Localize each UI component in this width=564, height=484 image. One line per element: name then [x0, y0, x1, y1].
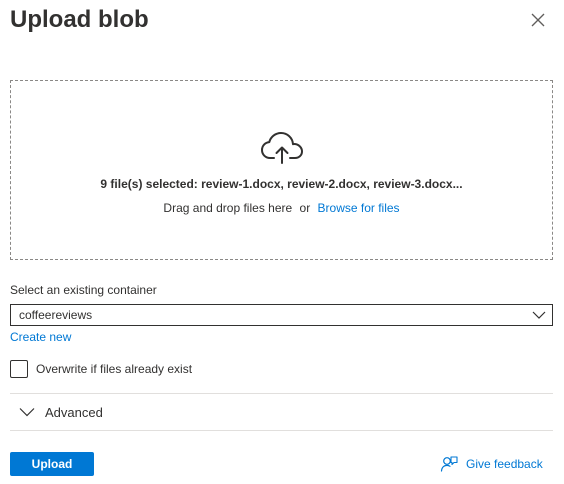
cloud-upload-icon	[261, 132, 303, 164]
upload-blob-panel: Upload blob 9 file(s) selected: review-1…	[0, 0, 564, 484]
container-select-value: coffeereviews	[19, 308, 93, 322]
container-select-label: Select an existing container	[10, 283, 157, 297]
or-text: or	[299, 201, 311, 215]
drag-drop-line: Drag and drop files here or Browse for f…	[11, 201, 552, 215]
chevron-down-icon	[532, 311, 546, 319]
chevron-down-icon	[19, 408, 35, 417]
feedback-icon	[440, 456, 458, 472]
give-feedback-link[interactable]: Give feedback	[440, 455, 543, 473]
advanced-label: Advanced	[45, 404, 103, 420]
panel-title: Upload blob	[10, 6, 149, 33]
selected-files-text: 9 file(s) selected: review-1.docx, revie…	[100, 177, 463, 191]
close-icon	[531, 13, 545, 27]
overwrite-checkbox-row[interactable]: Overwrite if files already exist	[10, 360, 192, 378]
give-feedback-label: Give feedback	[466, 457, 543, 471]
overwrite-label: Overwrite if files already exist	[36, 362, 193, 376]
upload-button[interactable]: Upload	[10, 452, 94, 476]
container-select[interactable]: coffeereviews	[10, 304, 553, 326]
advanced-section-toggle[interactable]: Advanced	[10, 394, 553, 430]
close-button[interactable]	[526, 8, 550, 32]
file-dropzone[interactable]: 9 file(s) selected: review-1.docx, revie…	[10, 80, 553, 260]
create-new-container-link[interactable]: Create new	[10, 330, 71, 344]
drag-drop-text: Drag and drop files here	[163, 201, 293, 215]
browse-files-link[interactable]: Browse for files	[318, 201, 400, 215]
overwrite-checkbox[interactable]	[10, 360, 28, 378]
divider-bottom	[10, 430, 553, 431]
